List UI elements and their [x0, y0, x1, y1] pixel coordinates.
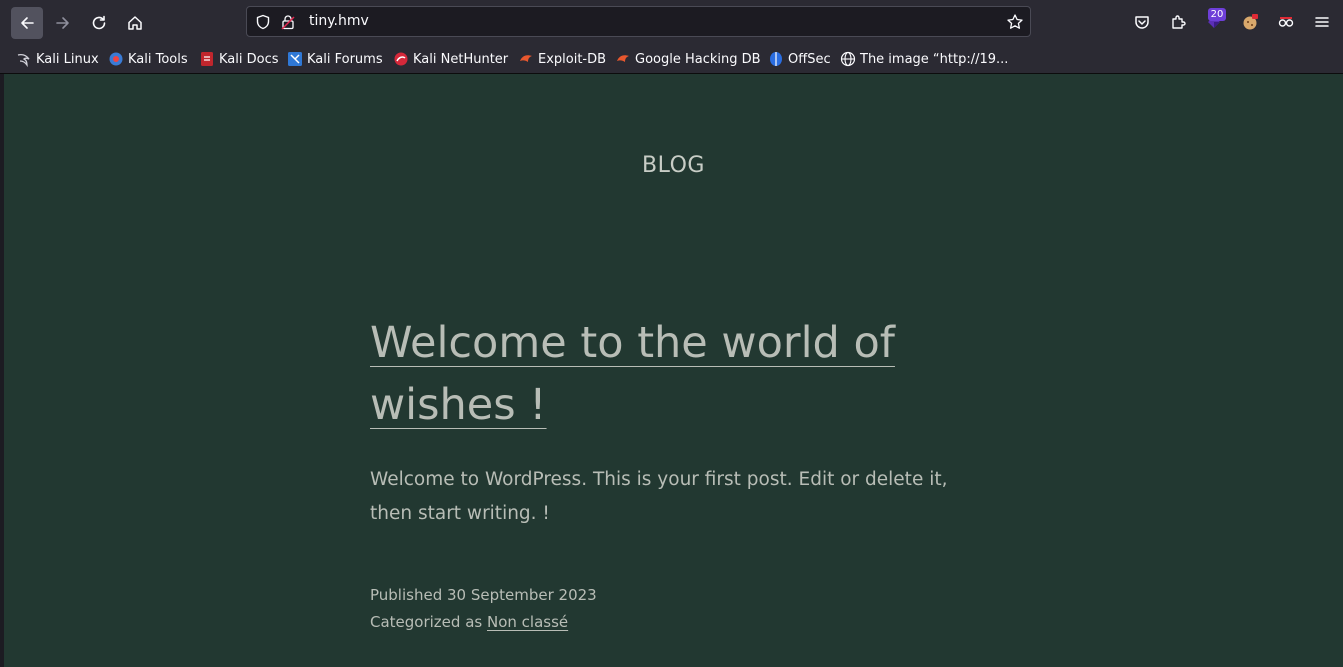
browser-window: tiny.hmv 20 Kali Linux Kali Tools Kali D…	[0, 0, 1343, 667]
bookmark-image-link[interactable]: The image “http://19...	[840, 45, 1008, 73]
offsec-icon	[770, 52, 782, 66]
arrow-right-icon	[56, 17, 69, 29]
category-line: Categorized as Non classé	[370, 609, 990, 636]
extension-cookie-button[interactable]	[1239, 11, 1261, 33]
kali-tools-icon	[109, 52, 123, 66]
kali-forums-icon	[288, 52, 302, 66]
site-title[interactable]: BLOG	[4, 153, 1343, 178]
bookmark-kali-docs[interactable]: Kali Docs	[199, 45, 279, 73]
home-button[interactable]	[119, 7, 151, 39]
extension-glasses-button[interactable]	[1275, 11, 1297, 33]
bookmarks-toolbar: Kali Linux Kali Tools Kali Docs Kali For…	[0, 45, 1343, 74]
globe-icon	[840, 51, 856, 67]
category-label: Categorized as	[370, 613, 483, 631]
post-meta: Published 30 September 2023 Categorized …	[370, 582, 990, 636]
bookmark-star-icon[interactable]	[1006, 13, 1024, 31]
navigation-toolbar: tiny.hmv 20	[0, 0, 1343, 45]
exploit-db-icon	[520, 55, 532, 62]
address-bar[interactable]: tiny.hmv	[246, 6, 1031, 37]
post-excerpt: Welcome to WordPress. This is your first…	[370, 469, 948, 524]
extensions-button[interactable]	[1167, 11, 1189, 33]
category-link[interactable]: Non classé	[487, 613, 568, 631]
bookmark-google-hacking-db[interactable]: Google Hacking DB	[615, 45, 761, 73]
bookmark-label: Kali NetHunter	[413, 51, 509, 67]
url-text[interactable]: tiny.hmv	[309, 7, 369, 36]
pocket-button[interactable]	[1131, 11, 1153, 33]
published-label: Published	[370, 586, 443, 604]
glasses-icon	[1278, 17, 1294, 27]
kali-dragon-icon	[17, 53, 30, 67]
bookmark-kali-nethunter[interactable]: Kali NetHunter	[393, 45, 508, 73]
post-title: Welcome to the world of wishes !	[370, 312, 1010, 436]
pocket-icon	[1135, 16, 1149, 29]
shield-icon[interactable]	[255, 14, 271, 30]
ghdb-icon	[617, 55, 629, 62]
bookmark-label: Kali Tools	[128, 51, 188, 67]
bookmark-label: OffSec	[788, 51, 831, 67]
kali-nethunter-icon	[394, 52, 408, 66]
page-content: BLOG Welcome to the world of wishes ! We…	[0, 74, 1343, 667]
published-line: Published 30 September 2023	[370, 582, 990, 609]
puzzle-icon	[1172, 15, 1186, 29]
bookmark-kali-tools[interactable]: Kali Tools	[108, 45, 188, 73]
published-date: 30 September 2023	[447, 586, 597, 604]
app-menu-button[interactable]	[1311, 11, 1333, 33]
reload-icon	[92, 15, 106, 30]
bookmark-kali-forums[interactable]: Kali Forums	[287, 45, 383, 73]
bookmark-offsec[interactable]: OffSec	[768, 45, 831, 73]
bookmark-kali-linux[interactable]: Kali Linux	[16, 45, 99, 73]
bookmark-label: Kali Docs	[219, 51, 279, 67]
forward-button[interactable]	[47, 7, 79, 39]
cookie-icon	[1243, 14, 1258, 30]
bookmark-label: Kali Linux	[36, 51, 99, 67]
arrow-left-icon	[21, 17, 34, 29]
extension-badge: 20	[1208, 8, 1226, 21]
reload-button[interactable]	[83, 7, 115, 39]
hamburger-menu-icon	[1315, 17, 1329, 27]
bookmark-exploit-db[interactable]: Exploit-DB	[518, 45, 606, 73]
bookmark-label: Exploit-DB	[538, 51, 607, 67]
home-icon	[128, 16, 142, 30]
bookmark-label: The image “http://19...	[860, 51, 1009, 67]
back-button[interactable]	[11, 7, 43, 39]
bookmark-label: Google Hacking DB	[635, 51, 761, 67]
kali-docs-icon	[201, 52, 213, 66]
insecure-lock-icon[interactable]	[280, 14, 296, 30]
bookmark-label: Kali Forums	[307, 51, 383, 67]
post-title-link[interactable]: Welcome to the world of wishes !	[370, 318, 895, 430]
